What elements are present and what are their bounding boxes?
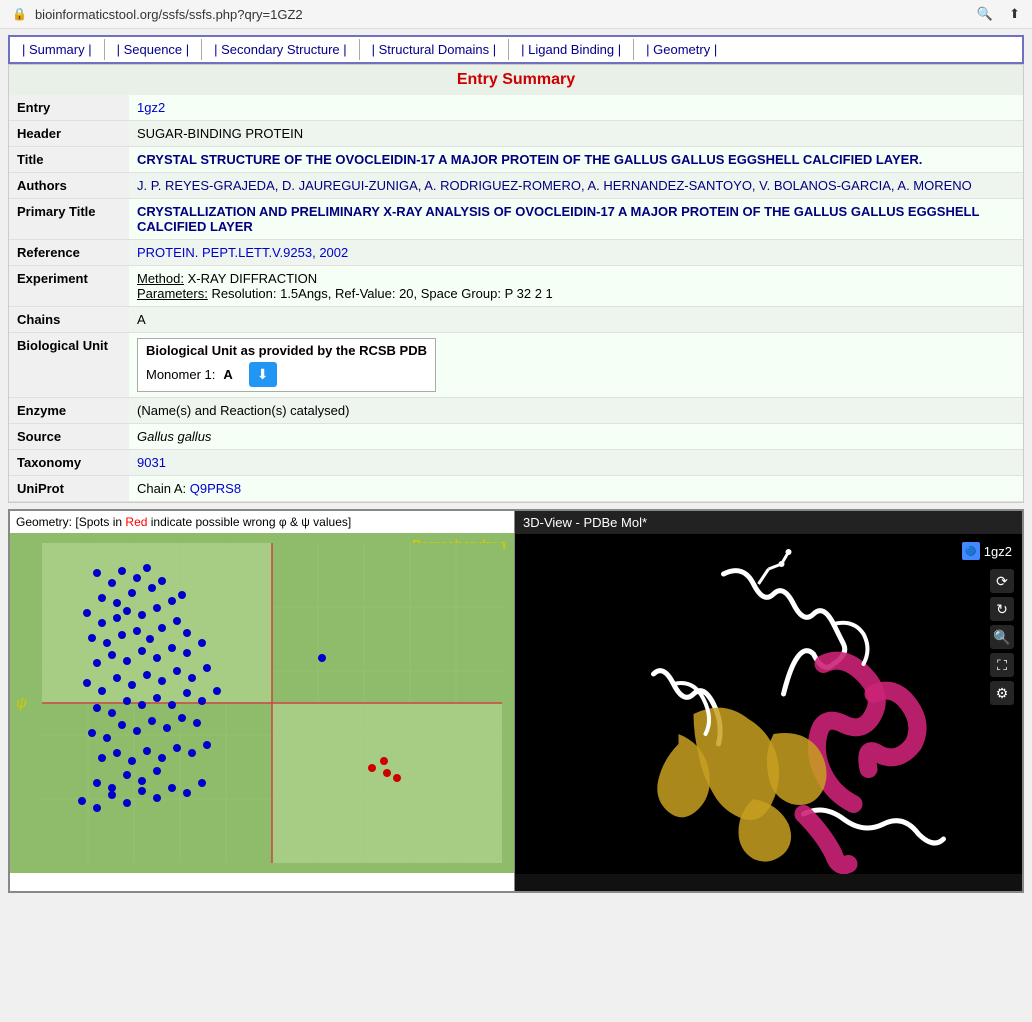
rama-svg bbox=[40, 543, 504, 863]
pdb-label: 🔵 1gz2 bbox=[962, 542, 1012, 560]
red-indicator: Red bbox=[125, 515, 147, 529]
uniprot-link[interactable]: Q9PRS8 bbox=[190, 481, 241, 496]
label-experiment: Experiment bbox=[9, 266, 129, 307]
browser-bar: 🔒 bioinformaticstool.org/ssfs/ssfs.php?q… bbox=[0, 0, 1032, 29]
label-primary-title: Primary Title bbox=[9, 199, 129, 240]
protein-structure-svg bbox=[515, 534, 1022, 874]
value-chains: A bbox=[129, 307, 1023, 333]
geometry-desc: [Spots in bbox=[75, 515, 122, 529]
value-reference: PROTEIN. PEPT.LETT.V.9253, 2002 bbox=[129, 240, 1023, 266]
label-header: Header bbox=[9, 121, 129, 147]
label-title: Title bbox=[9, 147, 129, 173]
spin-button[interactable]: ↻ bbox=[990, 597, 1014, 621]
zoom-button[interactable]: 🔍 bbox=[990, 625, 1014, 649]
label-uniprot: UniProt bbox=[9, 476, 129, 502]
params-value: Resolution: 1.5Angs, Ref-Value: 20, Spac… bbox=[211, 286, 552, 301]
label-source: Source bbox=[9, 424, 129, 450]
geometry-panel: Geometry: [Spots in Red indicate possibl… bbox=[10, 511, 515, 891]
table-row: Enzyme (Name(s) and Reaction(s) catalyse… bbox=[9, 398, 1023, 424]
view3d-header: 3D-View - PDBe Mol* bbox=[515, 511, 1022, 534]
tab-ligand-binding[interactable]: | Ligand Binding | bbox=[509, 39, 634, 60]
table-row: Title CRYSTAL STRUCTURE OF THE OVOCLEIDI… bbox=[9, 147, 1023, 173]
label-enzyme: Enzyme bbox=[9, 398, 129, 424]
entry-link[interactable]: 1gz2 bbox=[137, 100, 165, 115]
tab-geometry[interactable]: | Geometry | bbox=[634, 39, 729, 60]
grid-overlay bbox=[40, 543, 504, 863]
value-title: CRYSTAL STRUCTURE OF THE OVOCLEIDIN-17 A… bbox=[129, 147, 1023, 173]
tab-structural-domains[interactable]: | Structural Domains | bbox=[360, 39, 510, 60]
monomer-row: Monomer 1: A ⬇ bbox=[146, 362, 427, 387]
bio-unit-title: Biological Unit as provided by the RCSB … bbox=[146, 343, 427, 358]
method-label: Method: bbox=[137, 271, 184, 286]
taxonomy-link[interactable]: 9031 bbox=[137, 455, 166, 470]
lock-icon: 🔒 bbox=[12, 7, 27, 21]
main-content: Entry Summary Entry 1gz2 Header SUGAR-BI… bbox=[8, 64, 1024, 503]
method-value: X-RAY DIFFRACTION bbox=[188, 271, 318, 286]
table-row: UniProt Chain A: Q9PRS8 bbox=[9, 476, 1023, 502]
reset-view-button[interactable]: ⟳ bbox=[990, 569, 1014, 593]
entry-table: Entry Summary Entry 1gz2 Header SUGAR-BI… bbox=[9, 65, 1023, 502]
value-primary-title: CRYSTALLIZATION AND PRELIMINARY X-RAY AN… bbox=[129, 199, 1023, 240]
label-reference: Reference bbox=[9, 240, 129, 266]
value-bio-unit: Biological Unit as provided by the RCSB … bbox=[129, 333, 1023, 398]
table-row: Source Gallus gallus bbox=[9, 424, 1023, 450]
bottom-section: Geometry: [Spots in Red indicate possibl… bbox=[8, 509, 1024, 893]
view3d-panel: 3D-View - PDBe Mol* bbox=[515, 511, 1022, 891]
url-display: bioinformaticstool.org/ssfs/ssfs.php?qry… bbox=[35, 7, 303, 22]
value-enzyme: (Name(s) and Reaction(s) catalysed) bbox=[129, 398, 1023, 424]
tab-secondary-structure[interactable]: | Secondary Structure | bbox=[202, 39, 359, 60]
value-experiment: Method: X-RAY DIFFRACTION Parameters: Re… bbox=[129, 266, 1023, 307]
view3d-canvas: 🔵 1gz2 ⟳ ↻ 🔍 ⛶ ⚙ bbox=[515, 534, 1022, 874]
label-entry: Entry bbox=[9, 95, 129, 121]
monomer-chain: A bbox=[223, 367, 232, 382]
table-row: Authors J. P. REYES-GRAJEDA, D. JAUREGUI… bbox=[9, 173, 1023, 199]
geometry-desc2: indicate possible wrong φ & ψ values] bbox=[151, 515, 351, 529]
bio-unit-box: Biological Unit as provided by the RCSB … bbox=[137, 338, 436, 392]
table-row: Reference PROTEIN. PEPT.LETT.V.9253, 200… bbox=[9, 240, 1023, 266]
reference-link[interactable]: PROTEIN. PEPT.LETT.V.9253, 2002 bbox=[137, 245, 348, 260]
pdb-id: 1gz2 bbox=[984, 544, 1012, 559]
navigation-tabs: | Summary | | Sequence | | Secondary Str… bbox=[8, 35, 1024, 64]
table-row: Experiment Method: X-RAY DIFFRACTION Par… bbox=[9, 266, 1023, 307]
ramachandran-container: Ramachandran ψ bbox=[10, 533, 514, 873]
value-header: SUGAR-BINDING PROTEIN bbox=[129, 121, 1023, 147]
tab-summary[interactable]: | Summary | bbox=[10, 39, 105, 60]
value-uniprot: Chain A: Q9PRS8 bbox=[129, 476, 1023, 502]
params-label: Parameters: bbox=[137, 286, 208, 301]
search-icon[interactable]: 🔍 bbox=[977, 6, 993, 22]
label-authors: Authors bbox=[9, 173, 129, 199]
table-row: Header SUGAR-BINDING PROTEIN bbox=[9, 121, 1023, 147]
value-taxonomy: 9031 bbox=[129, 450, 1023, 476]
table-row: Taxonomy 9031 bbox=[9, 450, 1023, 476]
view3d-controls: ⟳ ↻ 🔍 ⛶ ⚙ bbox=[990, 569, 1014, 705]
value-authors: J. P. REYES-GRAJEDA, D. JAUREGUI-ZUNIGA,… bbox=[129, 173, 1023, 199]
tab-sequence[interactable]: | Sequence | bbox=[105, 39, 203, 60]
value-entry: 1gz2 bbox=[129, 95, 1023, 121]
geometry-label: Geometry: bbox=[16, 515, 72, 529]
label-chains: Chains bbox=[9, 307, 129, 333]
psi-label: ψ bbox=[16, 695, 27, 712]
pdb-icon: 🔵 bbox=[962, 542, 980, 560]
table-row: Biological Unit Biological Unit as provi… bbox=[9, 333, 1023, 398]
label-taxonomy: Taxonomy bbox=[9, 450, 129, 476]
fullscreen-button[interactable]: ⛶ bbox=[990, 653, 1014, 677]
entry-summary-header: Entry Summary bbox=[9, 65, 1023, 95]
label-bio-unit: Biological Unit bbox=[9, 333, 129, 398]
table-row: Chains A bbox=[9, 307, 1023, 333]
settings-button[interactable]: ⚙ bbox=[990, 681, 1014, 705]
download-button[interactable]: ⬇ bbox=[249, 362, 277, 387]
share-icon[interactable]: ⬆ bbox=[1009, 6, 1020, 22]
table-row: Primary Title CRYSTALLIZATION AND PRELIM… bbox=[9, 199, 1023, 240]
geometry-header: Geometry: [Spots in Red indicate possibl… bbox=[10, 511, 514, 533]
monomer-label: Monomer 1: bbox=[146, 367, 215, 382]
value-source: Gallus gallus bbox=[129, 424, 1023, 450]
table-row: Entry 1gz2 bbox=[9, 95, 1023, 121]
